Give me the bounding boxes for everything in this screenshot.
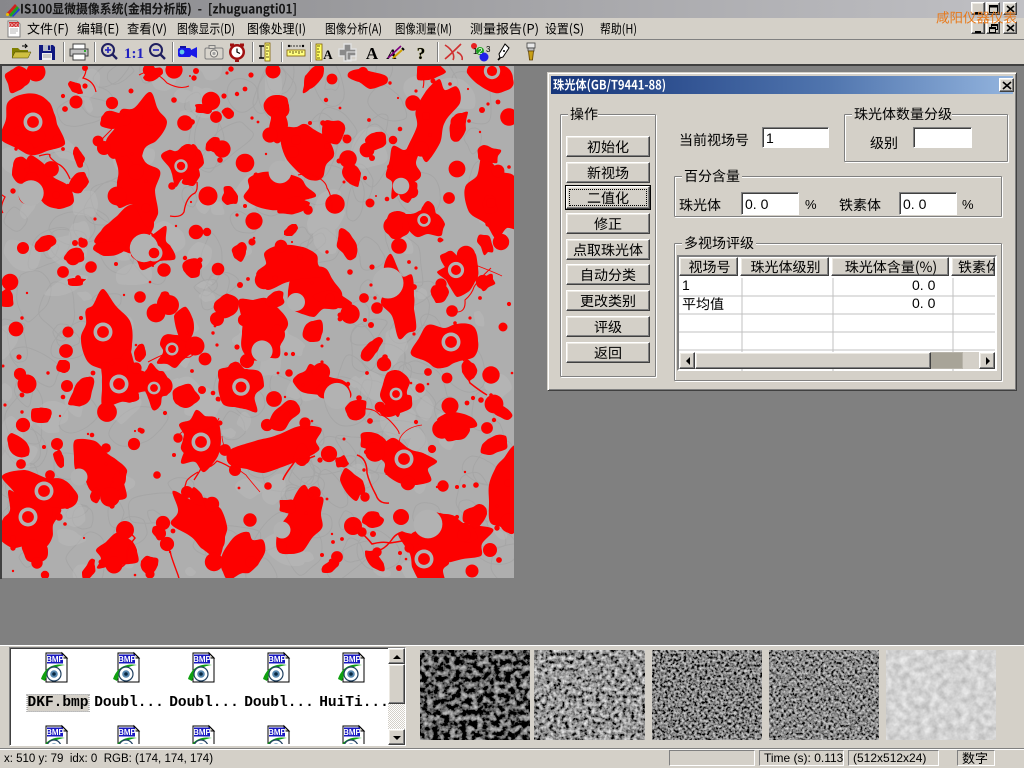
svg-text:3: 3 [486,45,491,54]
svg-text:A: A [366,44,379,63]
svg-text:?: ? [417,44,426,63]
svg-text:2: 2 [478,47,483,56]
svg-text:A: A [323,47,333,62]
svg-text:1:1: 1:1 [124,46,144,62]
